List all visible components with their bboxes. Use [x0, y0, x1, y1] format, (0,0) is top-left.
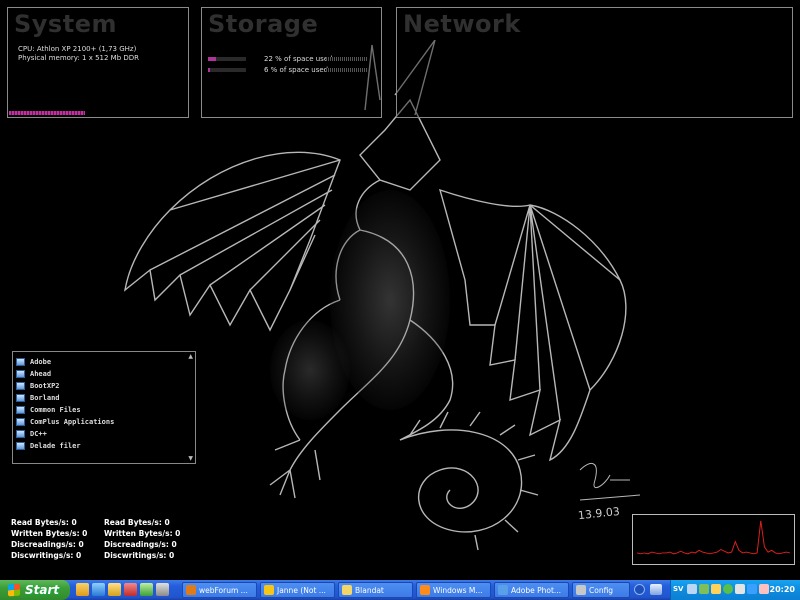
tray-icon[interactable] — [687, 584, 697, 594]
network-title: Network — [403, 10, 521, 38]
stat-discwritings: Discwritings/s: 0 — [11, 551, 82, 560]
start-button[interactable]: Start — [0, 580, 70, 600]
photoshop-icon — [498, 585, 508, 595]
taskbar-button-windows-media[interactable]: Windows M... — [416, 582, 491, 598]
scroll-down-icon[interactable]: ▼ — [188, 455, 193, 462]
folder-icon — [16, 394, 25, 402]
tray-icon[interactable] — [747, 584, 757, 594]
folder-icon — [16, 418, 25, 426]
windows-logo-icon — [8, 583, 20, 597]
quicklaunch-icon[interactable] — [140, 583, 153, 596]
quicklaunch-icon[interactable] — [108, 583, 121, 596]
disk-usage-dots — [326, 68, 368, 72]
cpu-info: CPU: Athlon XP 2100+ (1,73 GHz) — [18, 45, 137, 53]
quicklaunch-icon[interactable] — [76, 583, 89, 596]
stat-read-bytes: Read Bytes/s: 0 — [104, 518, 170, 527]
disk-usage-text: 22 % of space used — [264, 55, 333, 63]
taskbar-button-webforum[interactable]: webForum ... — [182, 582, 257, 598]
folder-icon — [16, 430, 25, 438]
folder-item[interactable]: Common Files — [16, 404, 81, 416]
taskbar-button-config[interactable]: Config — [572, 582, 630, 598]
folder-icon — [16, 358, 25, 366]
folder-icon — [16, 382, 25, 390]
language-indicator[interactable]: SV — [673, 585, 683, 593]
tray-icon[interactable] — [735, 584, 745, 594]
quicklaunch-icon[interactable] — [92, 583, 105, 596]
stat-discreadings: Discreadings/s: 0 — [11, 540, 84, 549]
disk-usage-dots — [326, 57, 368, 61]
folder-icon — [16, 370, 25, 378]
memory-info: Physical memory: 1 x 512 Mb DDR — [18, 54, 140, 62]
artist-signature: 13.9.03 — [577, 505, 620, 522]
speaker-icon[interactable] — [759, 584, 769, 594]
memory-usage-bar — [9, 111, 85, 115]
disk-usage-bar — [208, 57, 246, 61]
stat-written-bytes: Written Bytes/s: 0 — [11, 529, 88, 538]
system-panel: System CPU: Athlon XP 2100+ (1,73 GHz) P… — [7, 7, 189, 118]
chat-icon — [264, 585, 274, 595]
storage-panel: Storage 22 % of space used 6 % of space … — [201, 7, 382, 118]
folder-item[interactable]: Adobe — [16, 356, 51, 368]
dragon-artwork: 13.9.03 — [124, 40, 641, 551]
taskbar-button-adobe-photoshop[interactable]: Adobe Phot... — [494, 582, 569, 598]
system-tray: SV 20:20 — [670, 580, 800, 600]
network-activity-graph — [632, 514, 795, 565]
folder-item[interactable]: DC++ — [16, 428, 47, 440]
stat-discwritings: Discwritings/s: 0 — [104, 551, 175, 560]
tray-icon[interactable] — [699, 584, 709, 594]
quicklaunch-icon[interactable] — [124, 583, 137, 596]
folder-item[interactable]: Delade filer — [16, 440, 81, 452]
stat-written-bytes: Written Bytes/s: 0 — [104, 529, 181, 538]
folder-list[interactable]: Adobe Ahead BootXP2 Borland Common Files… — [12, 351, 196, 464]
scroll-up-icon[interactable]: ▲ — [188, 353, 193, 360]
quicklaunch-icon[interactable] — [156, 583, 169, 596]
folder-icon — [16, 406, 25, 414]
media-player-icon — [420, 585, 430, 595]
browser-icon — [186, 585, 196, 595]
taskbar-scroll-icon[interactable] — [634, 584, 645, 595]
config-icon — [576, 585, 586, 595]
taskbar-button-janne[interactable]: Janne (Not ... — [260, 582, 335, 598]
folder-icon — [342, 585, 352, 595]
disk-usage-text: 6 % of space used — [264, 66, 329, 74]
network-panel: Network — [396, 7, 793, 118]
folder-item[interactable]: BootXP2 — [16, 380, 60, 392]
tray-icon[interactable] — [723, 584, 733, 594]
disk-usage-bar — [208, 68, 246, 72]
taskbar-button-blandat[interactable]: Blandat — [338, 582, 413, 598]
folder-icon — [16, 442, 25, 450]
network-activity-line — [637, 520, 790, 555]
stat-read-bytes: Read Bytes/s: 0 — [11, 518, 77, 527]
folder-item[interactable]: Ahead — [16, 368, 51, 380]
system-title: System — [14, 10, 117, 38]
taskbar: Start webForum ... Janne (Not ... Blanda… — [0, 580, 800, 600]
folder-item[interactable]: Borland — [16, 392, 60, 404]
folder-item[interactable]: ComPlus Applications — [16, 416, 114, 428]
clock[interactable]: 20:20 — [770, 585, 795, 594]
storage-title: Storage — [208, 10, 319, 38]
tray-icon[interactable] — [711, 584, 721, 594]
quicklaunch-icon[interactable] — [650, 584, 662, 595]
stat-discreadings: Discreadings/s: 0 — [104, 540, 177, 549]
